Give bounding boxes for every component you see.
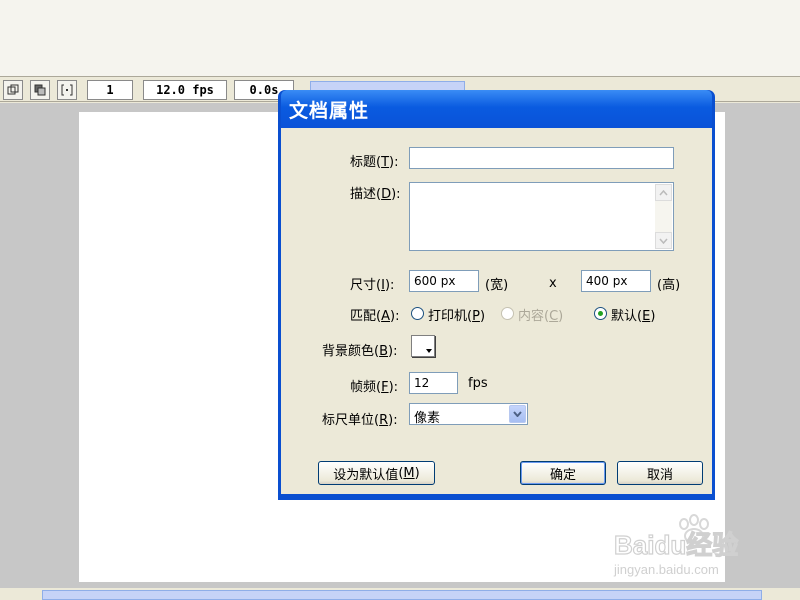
ruler-units-value: 像素 [414, 411, 441, 426]
title-input[interactable] [409, 147, 674, 169]
dropdown-button[interactable] [509, 405, 526, 423]
watermark-url: jingyan.baidu.com [613, 562, 719, 577]
chevron-up-icon [659, 189, 668, 195]
onion-skin-button[interactable] [30, 80, 50, 100]
match-label: 匹配(A): [350, 309, 400, 324]
frame-rate-label: 帧频(F): [350, 380, 399, 395]
center-frame-icon [7, 84, 19, 95]
current-frame-display: 1 [87, 80, 133, 100]
ruler-units-select[interactable]: 像素 [409, 403, 528, 426]
scroll-down-button[interactable] [655, 232, 672, 249]
scroll-up-button[interactable] [655, 184, 672, 201]
match-default-radio[interactable] [594, 307, 607, 320]
center-frame-button[interactable] [3, 80, 23, 100]
watermark-brand: Baidu经验 [614, 530, 738, 560]
ruler-units-label: 标尺单位(R): [322, 413, 398, 428]
match-contents-label: 内容(C) [518, 309, 564, 324]
match-contents-radio [501, 307, 514, 320]
caret-down-icon [426, 349, 432, 353]
match-printer-label[interactable]: 打印机(P) [428, 305, 485, 324]
dimension-separator: x [549, 276, 557, 291]
match-printer-radio[interactable] [411, 307, 424, 320]
width-input[interactable]: 600 px [409, 270, 479, 292]
chevron-down-icon [513, 411, 522, 417]
frame-rate-input[interactable]: 12 [409, 372, 458, 394]
width-unit-label: (宽) [485, 278, 509, 293]
onion-skin-icon [34, 84, 46, 96]
document-properties-dialog: 文档属性 标题(T): 描述(D): 尺寸(I): 600 px (宽) x 4… [278, 90, 715, 500]
make-default-button[interactable]: 设为默认值(M) [318, 461, 435, 485]
dialog-titlebar[interactable]: 文档属性 [281, 90, 712, 128]
description-scrollbar[interactable] [655, 184, 672, 249]
frame-rate-display: 12.0 fps [143, 80, 227, 100]
ok-button[interactable]: 确定 [520, 461, 606, 485]
cancel-button[interactable]: 取消 [617, 461, 703, 485]
top-workspace-area [0, 0, 800, 76]
edit-markers-icon [61, 84, 73, 96]
chevron-down-icon [659, 238, 668, 244]
title-label: 标题(T): [350, 155, 399, 170]
height-input[interactable]: 400 px [581, 270, 651, 292]
baidu-jingyan-watermark: Baidu经验 jingyan.baidu.com [612, 512, 762, 582]
background-color-picker[interactable] [411, 335, 435, 357]
description-label: 描述(D): [350, 187, 401, 202]
match-default-label[interactable]: 默认(E) [611, 305, 655, 324]
dialog-title: 文档属性 [289, 99, 370, 122]
dimensions-label: 尺寸(I): [350, 278, 395, 293]
description-textarea[interactable] [409, 182, 674, 251]
background-color-label: 背景颜色(B): [322, 344, 398, 359]
dialog-body: 标题(T): 描述(D): 尺寸(I): 600 px (宽) x 400 px… [281, 128, 712, 494]
height-unit-label: (高) [657, 278, 681, 293]
edit-markers-button[interactable] [57, 80, 77, 100]
horizontal-scrollbar[interactable] [42, 590, 762, 600]
frame-rate-unit: fps [468, 376, 488, 391]
